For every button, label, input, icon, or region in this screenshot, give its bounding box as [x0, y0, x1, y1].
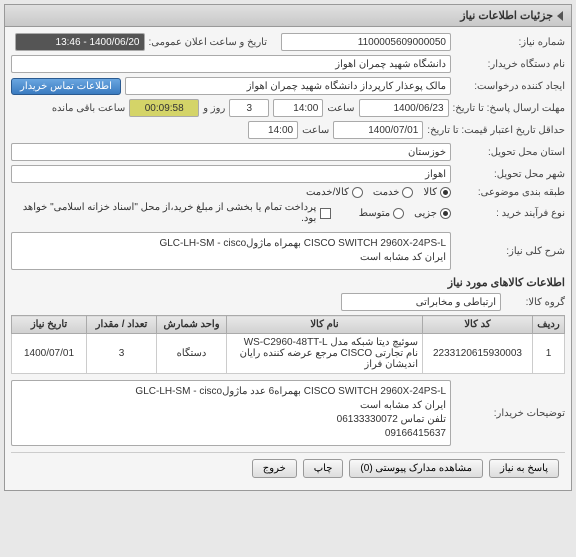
- goods-table: ردیف کد کالا نام کالا واحد شمارش تعداد /…: [11, 315, 565, 374]
- th-code: کد کالا: [423, 316, 533, 334]
- validity-label: حداقل تاریخ اعتبار قیمت: تا تاریخ:: [427, 125, 565, 136]
- cell-unit: دستگاه: [157, 334, 227, 374]
- process-radios: جزیی متوسط: [359, 208, 451, 219]
- collapse-icon[interactable]: [557, 11, 563, 21]
- remaining-label: ساعت باقی مانده: [52, 103, 125, 114]
- province-label: استان محل تحویل:: [455, 147, 565, 158]
- deadline-label: مهلت ارسال پاسخ: تا تاریخ:: [453, 103, 565, 114]
- days-field: 3: [229, 99, 269, 117]
- th-name: نام کالا: [227, 316, 423, 334]
- table-row[interactable]: 1 2233120615930003 سوئیچ دیتا شبکه مدل W…: [12, 334, 565, 374]
- city-field: اهواز: [11, 165, 451, 183]
- creator-field: مالک پوعذار کارپرداز دانشگاه شهید چمران …: [125, 77, 451, 95]
- time-label-1: ساعت: [327, 103, 354, 114]
- days-label: روز و: [203, 103, 225, 114]
- radio-minor[interactable]: [440, 208, 451, 219]
- desc-label: شرح کلی نیاز:: [455, 246, 565, 257]
- exit-button[interactable]: خروج: [252, 459, 297, 478]
- radio-medium[interactable]: [393, 208, 404, 219]
- radio-both[interactable]: [352, 187, 363, 198]
- radio-goods[interactable]: [440, 187, 451, 198]
- print-button[interactable]: چاپ: [303, 459, 344, 478]
- buyer-org-field: دانشگاه شهید چمران اهواز: [11, 55, 451, 73]
- validity-date: 1400/07/01: [333, 121, 423, 139]
- time-label-2: ساعت: [302, 125, 329, 136]
- th-idx: ردیف: [533, 316, 565, 334]
- attachments-button[interactable]: مشاهده مدارک پیوستی (0): [349, 459, 483, 478]
- deadline-time: 14:00: [273, 99, 323, 117]
- reply-button[interactable]: پاسخ به نیاز: [489, 459, 559, 478]
- need-no-field: 1100005609000050: [281, 33, 451, 51]
- panel-header: جزئیات اطلاعات نیاز: [5, 5, 571, 27]
- th-qty: تعداد / مقدار: [87, 316, 157, 334]
- group-label: گروه کالا:: [505, 297, 565, 308]
- category-label: طبقه بندی موضوعی:: [455, 187, 565, 198]
- payment-note: پرداخت تمام یا بخشی از مبلغ خرید،از محل …: [11, 202, 316, 224]
- th-unit: واحد شمارش: [157, 316, 227, 334]
- cell-date: 1400/07/01: [12, 334, 87, 374]
- cell-idx: 1: [533, 334, 565, 374]
- footer-bar: پاسخ به نیاز مشاهده مدارک پیوستی (0) چاپ…: [11, 452, 565, 484]
- deadline-date: 1400/06/23: [359, 99, 449, 117]
- city-label: شهر محل تحویل:: [455, 169, 565, 180]
- process-label: نوع فرآیند خرید :: [455, 208, 565, 219]
- cell-code: 2233120615930003: [423, 334, 533, 374]
- panel-title: جزئیات اطلاعات نیاز: [460, 9, 553, 22]
- main-panel: جزئیات اطلاعات نیاز شماره نیاز: 11000056…: [4, 4, 572, 491]
- validity-time: 14:00: [248, 121, 298, 139]
- cell-qty: 3: [87, 334, 157, 374]
- announce-field: 1400/06/20 - 13:46: [15, 33, 145, 51]
- buyer-notes-text: CISCO SWITCH 2960X-24PS-L بهمراه6 عدد ما…: [11, 380, 451, 446]
- group-field: ارتباطی و مخابراتی: [341, 293, 501, 311]
- cell-name: سوئیچ دیتا شبکه مدل WS-C2960-48TT-L نام …: [227, 334, 423, 374]
- buyer-notes-label: توضیحات خریدار:: [455, 408, 565, 419]
- goods-section-title: اطلاعات کالاهای مورد نیاز: [11, 276, 565, 289]
- table-header-row: ردیف کد کالا نام کالا واحد شمارش تعداد /…: [12, 316, 565, 334]
- th-date: تاریخ نیاز: [12, 316, 87, 334]
- radio-service[interactable]: [402, 187, 413, 198]
- panel-body: شماره نیاز: 1100005609000050 تاریخ و ساع…: [5, 27, 571, 490]
- desc-text: CISCO SWITCH 2960X-24PS-L بهمراه ماژولGL…: [11, 232, 451, 270]
- creator-label: ایجاد کننده درخواست:: [455, 81, 565, 92]
- buyer-contact-button[interactable]: اطلاعات تماس خریدار: [11, 78, 121, 95]
- need-no-label: شماره نیاز:: [455, 37, 565, 48]
- remaining-time: 00:09:58: [129, 99, 199, 117]
- announce-label: تاریخ و ساعت اعلان عمومی:: [149, 37, 268, 48]
- province-field: خوزستان: [11, 143, 451, 161]
- treasury-checkbox[interactable]: [320, 208, 331, 219]
- buyer-org-label: نام دستگاه خریدار:: [455, 59, 565, 70]
- category-radios: کالا خدمت کالا/خدمت: [306, 187, 451, 198]
